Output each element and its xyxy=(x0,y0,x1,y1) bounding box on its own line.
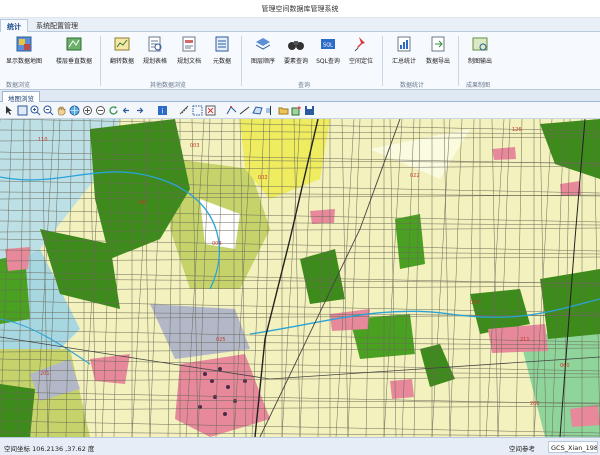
button-label: 楼层垂直数据 xyxy=(55,58,92,65)
map-toolbar: i xyxy=(0,102,600,119)
coordinate-readout: 空间坐标 106.2136 ,37.62 度 xyxy=(4,443,94,453)
spatial-locate-button[interactable]: 空间定位 xyxy=(341,35,381,79)
globe-icon[interactable] xyxy=(69,105,80,116)
zoom-full-icon[interactable] xyxy=(17,105,28,116)
parcel-label: 022 xyxy=(410,173,420,179)
coordinate-unit: 度 xyxy=(87,445,95,453)
parcel-label: 003 xyxy=(190,143,200,149)
group-separator xyxy=(458,36,459,86)
export-icon xyxy=(431,36,445,52)
table-search-icon xyxy=(148,36,162,52)
parcel-label: 073 xyxy=(470,300,480,306)
ribbon-toolbar: 显示数据地图 楼层垂直数据 数据浏览 翻转数据 规划表格 规划文档 元数据 其他… xyxy=(0,32,600,90)
svg-text:i: i xyxy=(162,108,164,116)
window-title: 管理空间数据库管理系统 xyxy=(261,5,339,13)
zoom-out-icon[interactable] xyxy=(43,105,54,116)
group-separator xyxy=(241,36,242,86)
draw-line-icon[interactable] xyxy=(239,105,250,116)
group-label: 数据统计 xyxy=(400,82,425,89)
parcel-label: 201 xyxy=(40,371,50,377)
group-separator xyxy=(382,36,383,86)
group-separator xyxy=(100,36,101,86)
group-label: 成果制图 xyxy=(466,82,491,89)
group-label: 查询 xyxy=(298,82,311,89)
button-label: 空间定位 xyxy=(348,58,373,65)
measure-icon[interactable] xyxy=(179,105,190,116)
parcel-label: 211 xyxy=(520,337,530,343)
map-print-icon xyxy=(472,37,488,51)
map-output-button[interactable]: 制图输出 xyxy=(460,35,500,79)
built-up-area xyxy=(5,247,30,271)
edit-vertex-icon[interactable] xyxy=(226,105,237,116)
metadata-icon xyxy=(215,36,229,52)
metadata-button[interactable]: 元数据 xyxy=(202,35,242,79)
button-label: 显示数据地图 xyxy=(5,58,42,65)
map-canvas[interactable]: 110 001 002 003 004 022 025 060 126 073 … xyxy=(0,119,600,437)
back-arrow-icon[interactable] xyxy=(121,105,132,116)
title-bar: 管理空间数据库管理系统 xyxy=(0,0,600,18)
layers-icon xyxy=(66,37,82,51)
add-layer-icon[interactable] xyxy=(291,105,302,116)
binoculars-icon xyxy=(288,41,304,50)
tab-stats[interactable]: 统计 xyxy=(0,19,28,32)
layer-stack-icon xyxy=(255,38,271,50)
button-label: 数据导出 xyxy=(425,58,450,65)
coordinate-label: 空间坐标 xyxy=(4,445,30,453)
parcel-label: 200 xyxy=(530,401,540,407)
parcel-label: 060 xyxy=(560,363,570,369)
tab-map-browse[interactable]: 地图浏览 xyxy=(2,91,40,103)
identify-icon[interactable]: i xyxy=(157,105,168,116)
document-tab-strip: 地图浏览 xyxy=(0,90,600,103)
parcel-label: 002 xyxy=(258,175,268,181)
draw-polygon-icon[interactable] xyxy=(252,105,263,116)
map-display-icon xyxy=(16,36,32,52)
built-up-area xyxy=(390,379,414,399)
open-folder-icon[interactable] xyxy=(278,105,289,116)
swipe-icon[interactable] xyxy=(265,105,276,116)
built-up-area xyxy=(90,354,130,384)
parcel-label: 001 xyxy=(138,200,148,206)
status-bar: 空间坐标 106.2136 ,37.62 度 空间参考 GCS_Xian_198… xyxy=(0,437,600,455)
map-layer: 110 001 002 003 004 022 025 060 126 073 … xyxy=(0,119,600,437)
pan-hand-icon[interactable] xyxy=(56,105,67,116)
summary-sheet-icon xyxy=(397,36,411,52)
forward-arrow-icon[interactable] xyxy=(134,105,145,116)
parcel-label: 025 xyxy=(216,337,226,343)
coordinate-value: 106.2136 ,37.62 xyxy=(32,445,86,453)
parcel-label: 004 xyxy=(212,241,222,247)
zoom-in-icon[interactable] xyxy=(30,105,41,116)
data-export-button[interactable]: 数据导出 xyxy=(418,35,458,79)
button-label: 制图输出 xyxy=(467,58,492,65)
spatial-reference-value: GCS_Xian_1980 xyxy=(548,441,598,453)
application-window: 管理空间数据库管理系统 统计 系统配置管理 显示数据地图 楼层垂直数据 数据浏览… xyxy=(0,0,600,455)
save-icon[interactable] xyxy=(304,105,315,116)
button-label: 元数据 xyxy=(212,58,231,65)
group-label: 数据浏览 xyxy=(6,82,31,89)
group-label: 其他数据浏览 xyxy=(150,82,187,89)
spatial-reference-label: 空间参考 xyxy=(509,445,535,453)
refresh-icon[interactable] xyxy=(108,105,119,116)
document-icon xyxy=(182,36,196,52)
sql-icon: SQL xyxy=(321,39,335,49)
parcel-label: 126 xyxy=(512,127,522,133)
fixed-zoom-in-icon[interactable] xyxy=(82,105,93,116)
clear-selection-icon[interactable] xyxy=(205,105,216,116)
parcel-label: 110 xyxy=(38,137,48,143)
fixed-zoom-out-icon[interactable] xyxy=(95,105,106,116)
select-feature-icon[interactable] xyxy=(192,105,203,116)
chart-icon xyxy=(114,37,130,51)
built-up-area xyxy=(492,147,516,160)
ribbon-tab-strip: 统计 系统配置管理 xyxy=(0,18,600,32)
floor-data-button[interactable]: 楼层垂直数据 xyxy=(54,35,94,79)
svg-text:SQL: SQL xyxy=(323,43,333,49)
show-data-map-button[interactable]: 显示数据地图 xyxy=(4,35,44,79)
pointer-icon[interactable] xyxy=(4,105,15,116)
tab-system-settings[interactable]: 系统配置管理 xyxy=(30,19,84,32)
pushpin-icon xyxy=(354,37,365,52)
